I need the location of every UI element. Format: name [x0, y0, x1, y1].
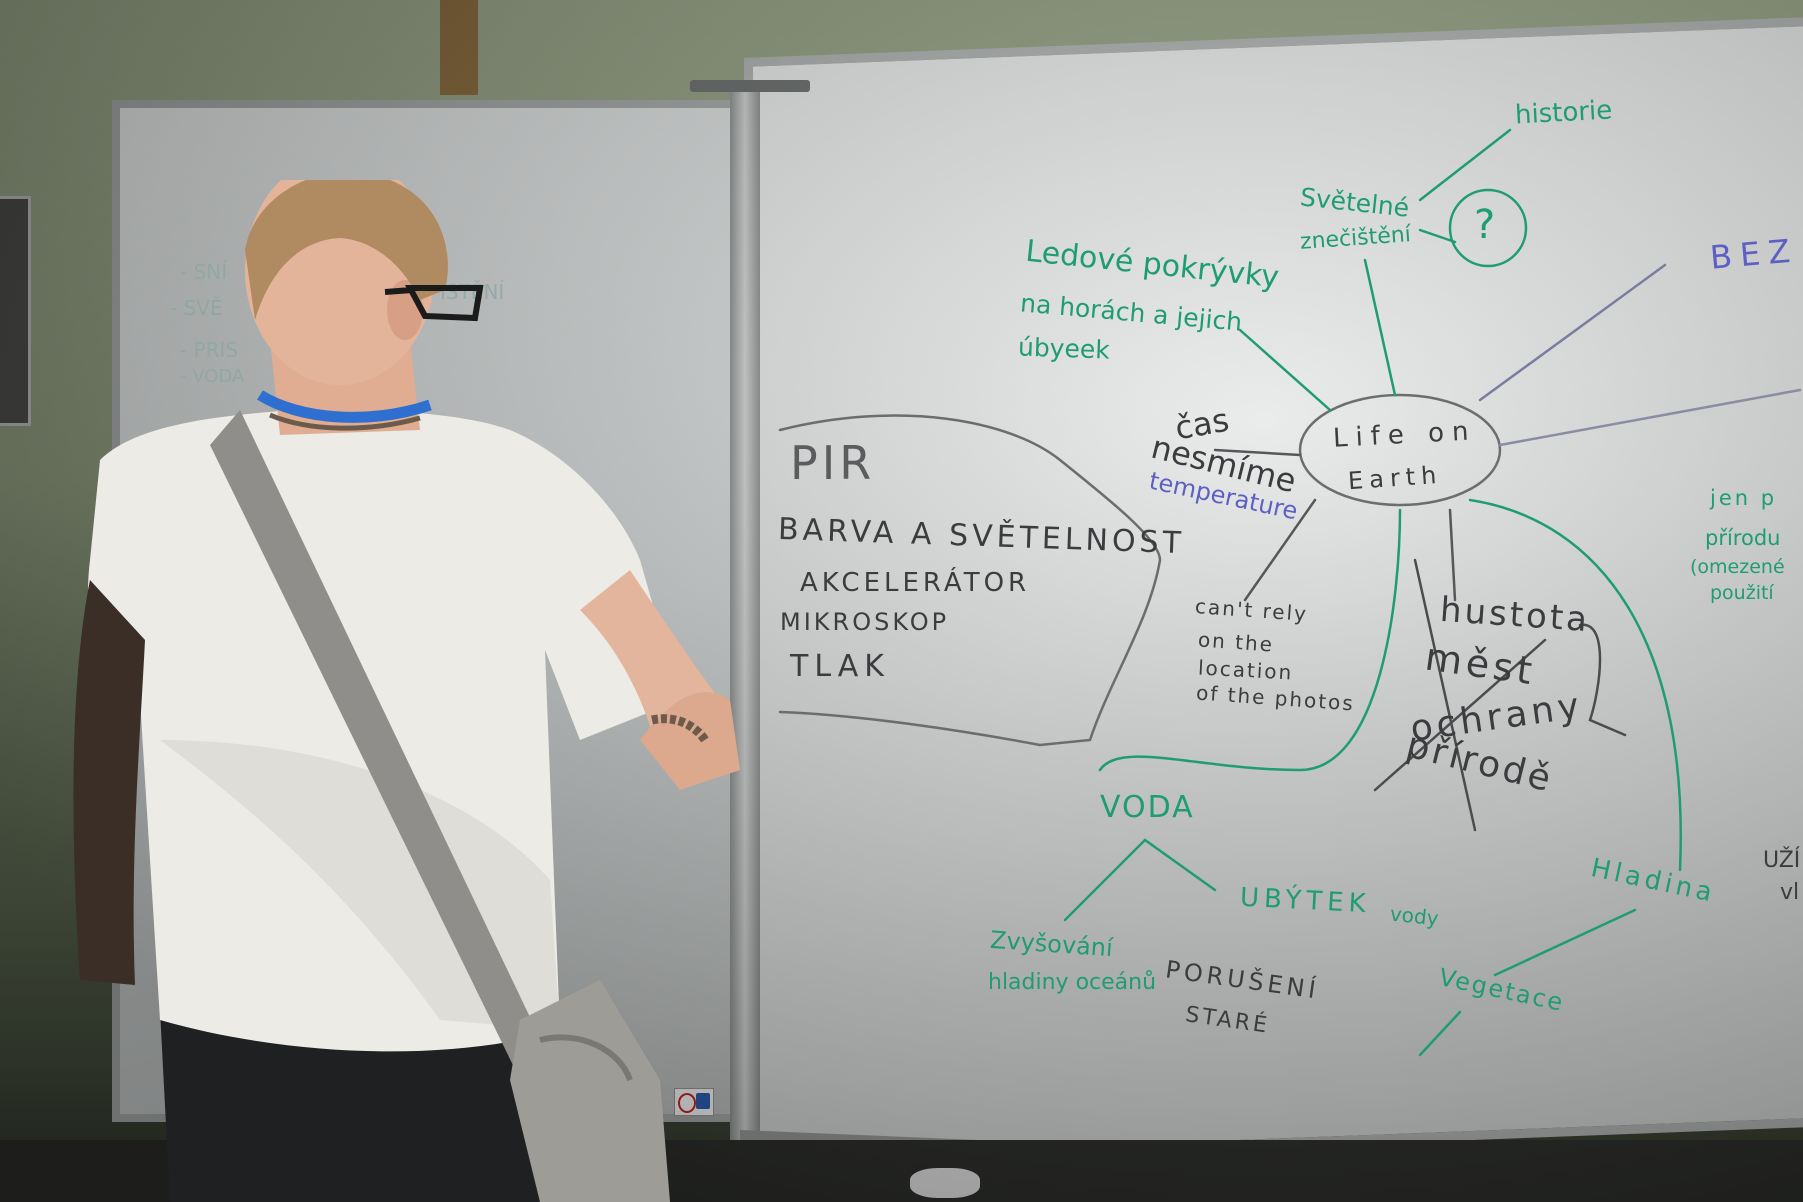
line-to-hustota — [1448, 508, 1457, 602]
note-akcelerator: AKCELERÁTOR — [800, 568, 1031, 598]
line-voda-left — [1063, 838, 1147, 922]
note-jen-3: (omezené — [1690, 556, 1785, 578]
note-zvysovani-2: hladiny oceánů — [988, 970, 1157, 995]
shoulder-bag — [510, 980, 670, 1202]
note-ubytek: UBÝTEK — [1239, 882, 1372, 920]
line-to-right — [1498, 388, 1802, 447]
note-hustota: hustota — [1438, 589, 1592, 641]
line-voda-right — [1143, 838, 1217, 892]
note-right-edge-2: vl — [1780, 880, 1800, 905]
note-historie: historie — [1514, 95, 1613, 131]
note-cantrely-3: location — [1197, 655, 1294, 685]
line-hladina-vegetace — [1493, 908, 1637, 977]
line-to-svetelne — [1363, 258, 1397, 397]
note-jen-2: přírodu — [1705, 526, 1781, 550]
note-pir: PIR — [790, 436, 876, 490]
note-vody: vody — [1388, 901, 1440, 931]
squiggle — [1578, 623, 1627, 737]
center-node-line1: Life on — [1332, 416, 1478, 454]
photo-scene: Life on Earth historie Světelné znečiště… — [0, 0, 1803, 1202]
note-voda: VODA — [1100, 790, 1195, 825]
note-bez: BEZ — [1708, 231, 1800, 277]
note-jen-4: použití — [1710, 582, 1774, 604]
note-right-edge-1: UŽÍ — [1763, 848, 1801, 873]
line-vegetace-down — [1418, 1010, 1462, 1057]
line-to-ledove — [1238, 328, 1332, 412]
line-to-historie — [1418, 128, 1512, 202]
note-mikroskop: MIKROSKOP — [780, 608, 950, 636]
line-to-bez — [1478, 263, 1667, 402]
note-question: ? — [1474, 202, 1496, 248]
note-ledove-3: úbyeek — [1017, 332, 1111, 365]
student-figure — [73, 180, 740, 1202]
center-node-line2: Earth — [1347, 460, 1444, 496]
note-cantrely-2: on the — [1197, 627, 1275, 657]
note-jen-1: jen p — [1710, 486, 1778, 510]
left-arm — [73, 580, 145, 985]
note-tlak: TLAK — [790, 649, 890, 684]
